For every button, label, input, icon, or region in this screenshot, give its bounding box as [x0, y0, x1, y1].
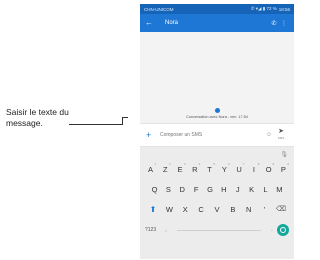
clock: 18:56	[278, 6, 290, 12]
key-i[interactable]: I8	[247, 161, 260, 174]
symbols-key[interactable]: ?123	[145, 227, 161, 233]
key-n[interactable]: N	[242, 205, 255, 214]
key-h[interactable]: H	[217, 185, 230, 194]
callout-label: Saisir le texte du message.	[6, 107, 69, 128]
key-x[interactable]: X	[179, 205, 192, 214]
key-g[interactable]: G	[204, 185, 217, 194]
key-b[interactable]: B	[226, 205, 239, 214]
key-o[interactable]: O9	[262, 161, 275, 174]
key-label: T	[207, 164, 212, 174]
back-arrow-icon[interactable]: ←	[145, 19, 157, 27]
conversation-area: Conversation avec Nora - ven. 17:54	[140, 32, 294, 123]
key-hint: 4	[198, 161, 201, 166]
key-t[interactable]: T5	[203, 161, 216, 174]
key-w[interactable]: W	[163, 205, 176, 214]
callout-line	[69, 124, 122, 125]
key-z[interactable]: Z2	[159, 161, 172, 174]
space-key[interactable]	[177, 229, 261, 231]
key-j[interactable]: J	[231, 185, 244, 194]
key-label: Y	[221, 164, 227, 174]
suggestion-strip: 🎙	[140, 149, 294, 159]
phone-screen: CHN-UNICOM ✆ ▾◢ ▮ 72 % 18:56 ← Nora ✆ ⋮ …	[140, 4, 294, 259]
key-r[interactable]: R4	[188, 161, 201, 174]
key-u[interactable]: U7	[233, 161, 246, 174]
key-hint: 3	[183, 161, 186, 166]
compose-bar: + ☺ ➤ SMS	[140, 123, 294, 147]
key-hint: 7	[242, 161, 245, 166]
status-bar: CHN-UNICOM ✆ ▾◢ ▮ 72 % 18:56	[140, 4, 294, 14]
key-e[interactable]: E3	[174, 161, 187, 174]
key-hint: 1	[154, 161, 156, 166]
keyboard-row-3: ⬆ W X C V B N ' ⌫	[140, 199, 294, 219]
send-button[interactable]: ➤ SMS	[274, 128, 288, 141]
send-type-label: SMS	[277, 136, 285, 140]
key-hint: 0	[287, 161, 289, 166]
key-label: A	[147, 164, 153, 174]
overflow-menu-icon[interactable]: ⋮	[279, 20, 289, 27]
add-attachment-icon[interactable]: +	[146, 130, 156, 140]
key-y[interactable]: Y6	[218, 161, 231, 174]
send-icon: ➤	[278, 128, 284, 135]
key-l[interactable]: L	[259, 185, 272, 194]
conversation-caption: Conversation avec Nora - ven. 17:54	[186, 115, 248, 119]
key-label: U	[236, 164, 242, 174]
key-a[interactable]: A1	[144, 161, 157, 174]
keyboard-row-1: A1Z2E3R4T5Y6U7I8O9P0	[140, 159, 294, 179]
carrier-label: CHN-UNICOM	[144, 6, 174, 12]
status-indicators: ✆ ▾◢ ▮ 72 % 18:56	[251, 6, 290, 12]
key-c[interactable]: C	[195, 205, 208, 214]
keyboard: 🎙 A1Z2E3R4T5Y6U7I8O9P0 QSDFGHJKLM ⬆ WXCV…	[140, 147, 294, 259]
key-hint: 6	[228, 161, 230, 166]
key-label: R	[192, 164, 198, 174]
key-q[interactable]: Q	[148, 185, 161, 194]
key-v[interactable]: V	[211, 205, 224, 214]
key-m[interactable]: M	[273, 185, 286, 194]
key-d[interactable]: D	[176, 185, 189, 194]
enter-key[interactable]	[277, 224, 289, 236]
keyboard-bottom-row: ?123 , .	[140, 219, 294, 241]
key-s[interactable]: S	[162, 185, 175, 194]
microphone-icon[interactable]: 🎙	[280, 151, 288, 158]
phone-call-icon[interactable]: ✆	[269, 20, 279, 27]
signal-battery-icons: ✆ ▾◢ ▮ 72 %	[250, 6, 277, 11]
enter-icon	[280, 227, 286, 233]
message-input[interactable]	[160, 132, 264, 138]
key-label: Z	[162, 164, 168, 174]
key-hint: 5	[213, 161, 216, 166]
key-hint: 8	[257, 161, 260, 166]
callout-line-vertical	[122, 117, 123, 125]
callout-line-tip	[122, 117, 128, 118]
key-k[interactable]: K	[245, 185, 258, 194]
contact-avatar-dot	[215, 108, 220, 113]
key-label: P	[280, 164, 286, 174]
backspace-key-icon[interactable]: ⌫	[274, 205, 288, 213]
key-label: O	[265, 164, 272, 174]
key-hint: 2	[169, 161, 171, 166]
contact-name: Nora	[165, 20, 179, 26]
period-key[interactable]: .	[267, 227, 277, 233]
comma-key[interactable]: ,	[161, 227, 171, 233]
key-label: I	[252, 164, 255, 174]
key-label: E	[177, 164, 183, 174]
key-apostrophe[interactable]: '	[258, 205, 271, 214]
emoji-icon[interactable]: ☺	[264, 132, 274, 138]
key-f[interactable]: F	[190, 185, 203, 194]
keyboard-row-2: QSDFGHJKLM	[140, 179, 294, 199]
key-hint: 9	[272, 161, 275, 166]
shift-key-icon[interactable]: ⬆	[146, 205, 160, 214]
app-bar: ← Nora ✆ ⋮	[140, 14, 294, 32]
key-p[interactable]: P0	[277, 161, 290, 174]
